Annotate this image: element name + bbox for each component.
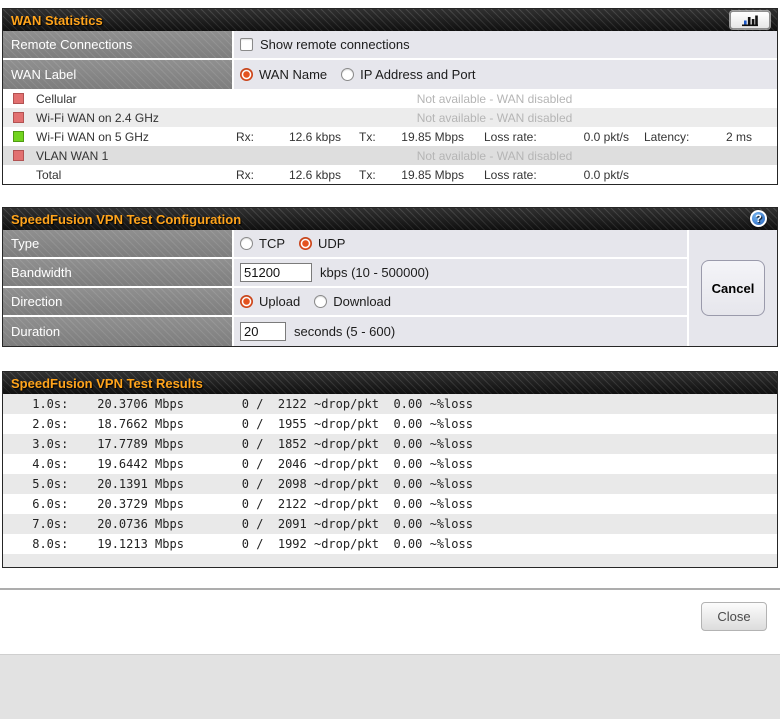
result-line: 6.0s: 20.3729 Mbps 0 / 2122 ~drop/pkt 0.… bbox=[3, 494, 777, 514]
latency-value: 2 ms bbox=[706, 130, 752, 144]
rx-label: Rx: bbox=[236, 168, 266, 182]
ip-address-port-radio[interactable] bbox=[341, 68, 354, 81]
rx-label: Rx: bbox=[236, 130, 266, 144]
wan-label-row: WAN Label WAN Name IP Address and Port bbox=[3, 60, 777, 89]
rx-value: 12.6 kbps bbox=[266, 130, 341, 144]
status-indicator-down bbox=[13, 112, 24, 123]
result-line: 2.0s: 18.7662 Mbps 0 / 1955 ~drop/pkt 0.… bbox=[3, 414, 777, 434]
type-row: Type TCP UDP bbox=[3, 230, 687, 259]
type-label: Type bbox=[3, 230, 234, 257]
bandwidth-label: Bandwidth bbox=[3, 259, 234, 286]
wan-row-wifi5: Wi-Fi WAN on 5 GHz Rx: 12.6 kbps Tx: 19.… bbox=[3, 127, 777, 146]
wan-total-label: Total bbox=[36, 168, 224, 182]
vpn-test-config-panel: SpeedFusion VPN Test Configuration ? Typ… bbox=[2, 207, 778, 347]
show-remote-connections-checkbox[interactable] bbox=[240, 38, 253, 51]
latency-label: Latency: bbox=[644, 130, 706, 144]
duration-row: Duration seconds (5 - 600) bbox=[3, 317, 687, 346]
close-button[interactable]: Close bbox=[701, 602, 767, 631]
usage-chart-button[interactable] bbox=[730, 11, 770, 29]
vpn-test-config-title: SpeedFusion VPN Test Configuration bbox=[11, 212, 241, 227]
direction-row: Direction Upload Download bbox=[3, 288, 687, 317]
duration-hint: seconds (5 - 600) bbox=[294, 324, 395, 339]
udp-radio-label: UDP bbox=[318, 236, 345, 251]
wan-disabled-text: Not available - WAN disabled bbox=[224, 149, 777, 163]
upload-radio[interactable] bbox=[240, 295, 253, 308]
bar-chart-icon bbox=[741, 14, 759, 27]
cancel-button[interactable]: Cancel bbox=[701, 260, 765, 316]
result-line: 3.0s: 17.7789 Mbps 0 / 1852 ~drop/pkt 0.… bbox=[3, 434, 777, 454]
result-line: 1.0s: 20.3706 Mbps 0 / 2122 ~drop/pkt 0.… bbox=[3, 394, 777, 414]
bandwidth-input[interactable] bbox=[240, 263, 312, 282]
wan-disabled-text: Not available - WAN disabled bbox=[224, 92, 777, 106]
bandwidth-hint: kbps (10 - 500000) bbox=[320, 265, 429, 280]
vpn-test-results-header: SpeedFusion VPN Test Results bbox=[3, 372, 777, 394]
result-line: 4.0s: 19.6442 Mbps 0 / 2046 ~drop/pkt 0.… bbox=[3, 454, 777, 474]
page-background-footer bbox=[0, 654, 780, 719]
tx-label: Tx: bbox=[359, 130, 389, 144]
tcp-radio[interactable] bbox=[240, 237, 253, 250]
wan-stats: Rx: 12.6 kbps Tx: 19.85 Mbps Loss rate: … bbox=[224, 130, 752, 144]
ip-address-port-radio-label: IP Address and Port bbox=[360, 67, 475, 82]
help-icon[interactable]: ? bbox=[750, 210, 767, 227]
status-indicator-down bbox=[13, 150, 24, 161]
loss-value: 0.0 pkt/s bbox=[556, 130, 629, 144]
wan-row-vlan1: VLAN WAN 1 Not available - WAN disabled bbox=[3, 146, 777, 165]
result-line: 5.0s: 20.1391 Mbps 0 / 2098 ~drop/pkt 0.… bbox=[3, 474, 777, 494]
status-indicator-down bbox=[13, 93, 24, 104]
wan-name: Wi-Fi WAN on 5 GHz bbox=[36, 130, 224, 144]
wan-row-cellular: Cellular Not available - WAN disabled bbox=[3, 89, 777, 108]
wan-row-wifi24: Wi-Fi WAN on 2.4 GHz Not available - WAN… bbox=[3, 108, 777, 127]
wan-name: Cellular bbox=[36, 92, 224, 106]
rx-value: 12.6 kbps bbox=[266, 168, 341, 182]
download-radio[interactable] bbox=[314, 295, 327, 308]
loss-label: Loss rate: bbox=[484, 168, 556, 182]
loss-value: 0.0 pkt/s bbox=[556, 168, 629, 182]
wan-name-radio[interactable] bbox=[240, 68, 253, 81]
download-radio-label: Download bbox=[333, 294, 391, 309]
config-side-cell: Cancel bbox=[687, 230, 777, 346]
bandwidth-row: Bandwidth kbps (10 - 500000) bbox=[3, 259, 687, 288]
upload-radio-label: Upload bbox=[259, 294, 300, 309]
result-line: 7.0s: 20.0736 Mbps 0 / 2091 ~drop/pkt 0.… bbox=[3, 514, 777, 534]
close-button-bar: Close bbox=[0, 590, 780, 654]
loss-label: Loss rate: bbox=[484, 130, 556, 144]
tx-value: 19.85 Mbps bbox=[389, 130, 464, 144]
vpn-test-results-title: SpeedFusion VPN Test Results bbox=[11, 376, 203, 391]
vpn-test-results-panel: SpeedFusion VPN Test Results 1.0s: 20.37… bbox=[2, 371, 778, 568]
udp-radio[interactable] bbox=[299, 237, 312, 250]
wan-statistics-title: WAN Statistics bbox=[11, 13, 103, 28]
tcp-radio-label: TCP bbox=[259, 236, 285, 251]
results-footer-strip bbox=[3, 554, 777, 567]
wan-name: VLAN WAN 1 bbox=[36, 149, 224, 163]
vpn-test-config-header: SpeedFusion VPN Test Configuration ? bbox=[3, 208, 777, 230]
wan-row-total: Total Rx: 12.6 kbps Tx: 19.85 Mbps Loss … bbox=[3, 165, 777, 184]
remote-connections-row: Remote Connections Show remote connectio… bbox=[3, 31, 777, 60]
direction-label: Direction bbox=[3, 288, 234, 315]
wan-disabled-text: Not available - WAN disabled bbox=[224, 111, 777, 125]
wan-statistics-panel: WAN Statistics Remote Connections Show r… bbox=[2, 8, 778, 185]
wan-statistics-header: WAN Statistics bbox=[3, 9, 777, 31]
wan-name-radio-label: WAN Name bbox=[259, 67, 327, 82]
remote-connections-label: Remote Connections bbox=[3, 31, 234, 58]
duration-input[interactable] bbox=[240, 322, 286, 341]
wan-name: Wi-Fi WAN on 2.4 GHz bbox=[36, 111, 224, 125]
tx-value: 19.85 Mbps bbox=[389, 168, 464, 182]
wan-label-label: WAN Label bbox=[3, 60, 234, 89]
wan-total-stats: Rx: 12.6 kbps Tx: 19.85 Mbps Loss rate: … bbox=[224, 168, 629, 182]
show-remote-connections-label: Show remote connections bbox=[260, 37, 410, 52]
result-line: 8.0s: 19.1213 Mbps 0 / 1992 ~drop/pkt 0.… bbox=[3, 534, 777, 554]
status-indicator-up bbox=[13, 131, 24, 142]
duration-label: Duration bbox=[3, 317, 234, 346]
tx-label: Tx: bbox=[359, 168, 389, 182]
